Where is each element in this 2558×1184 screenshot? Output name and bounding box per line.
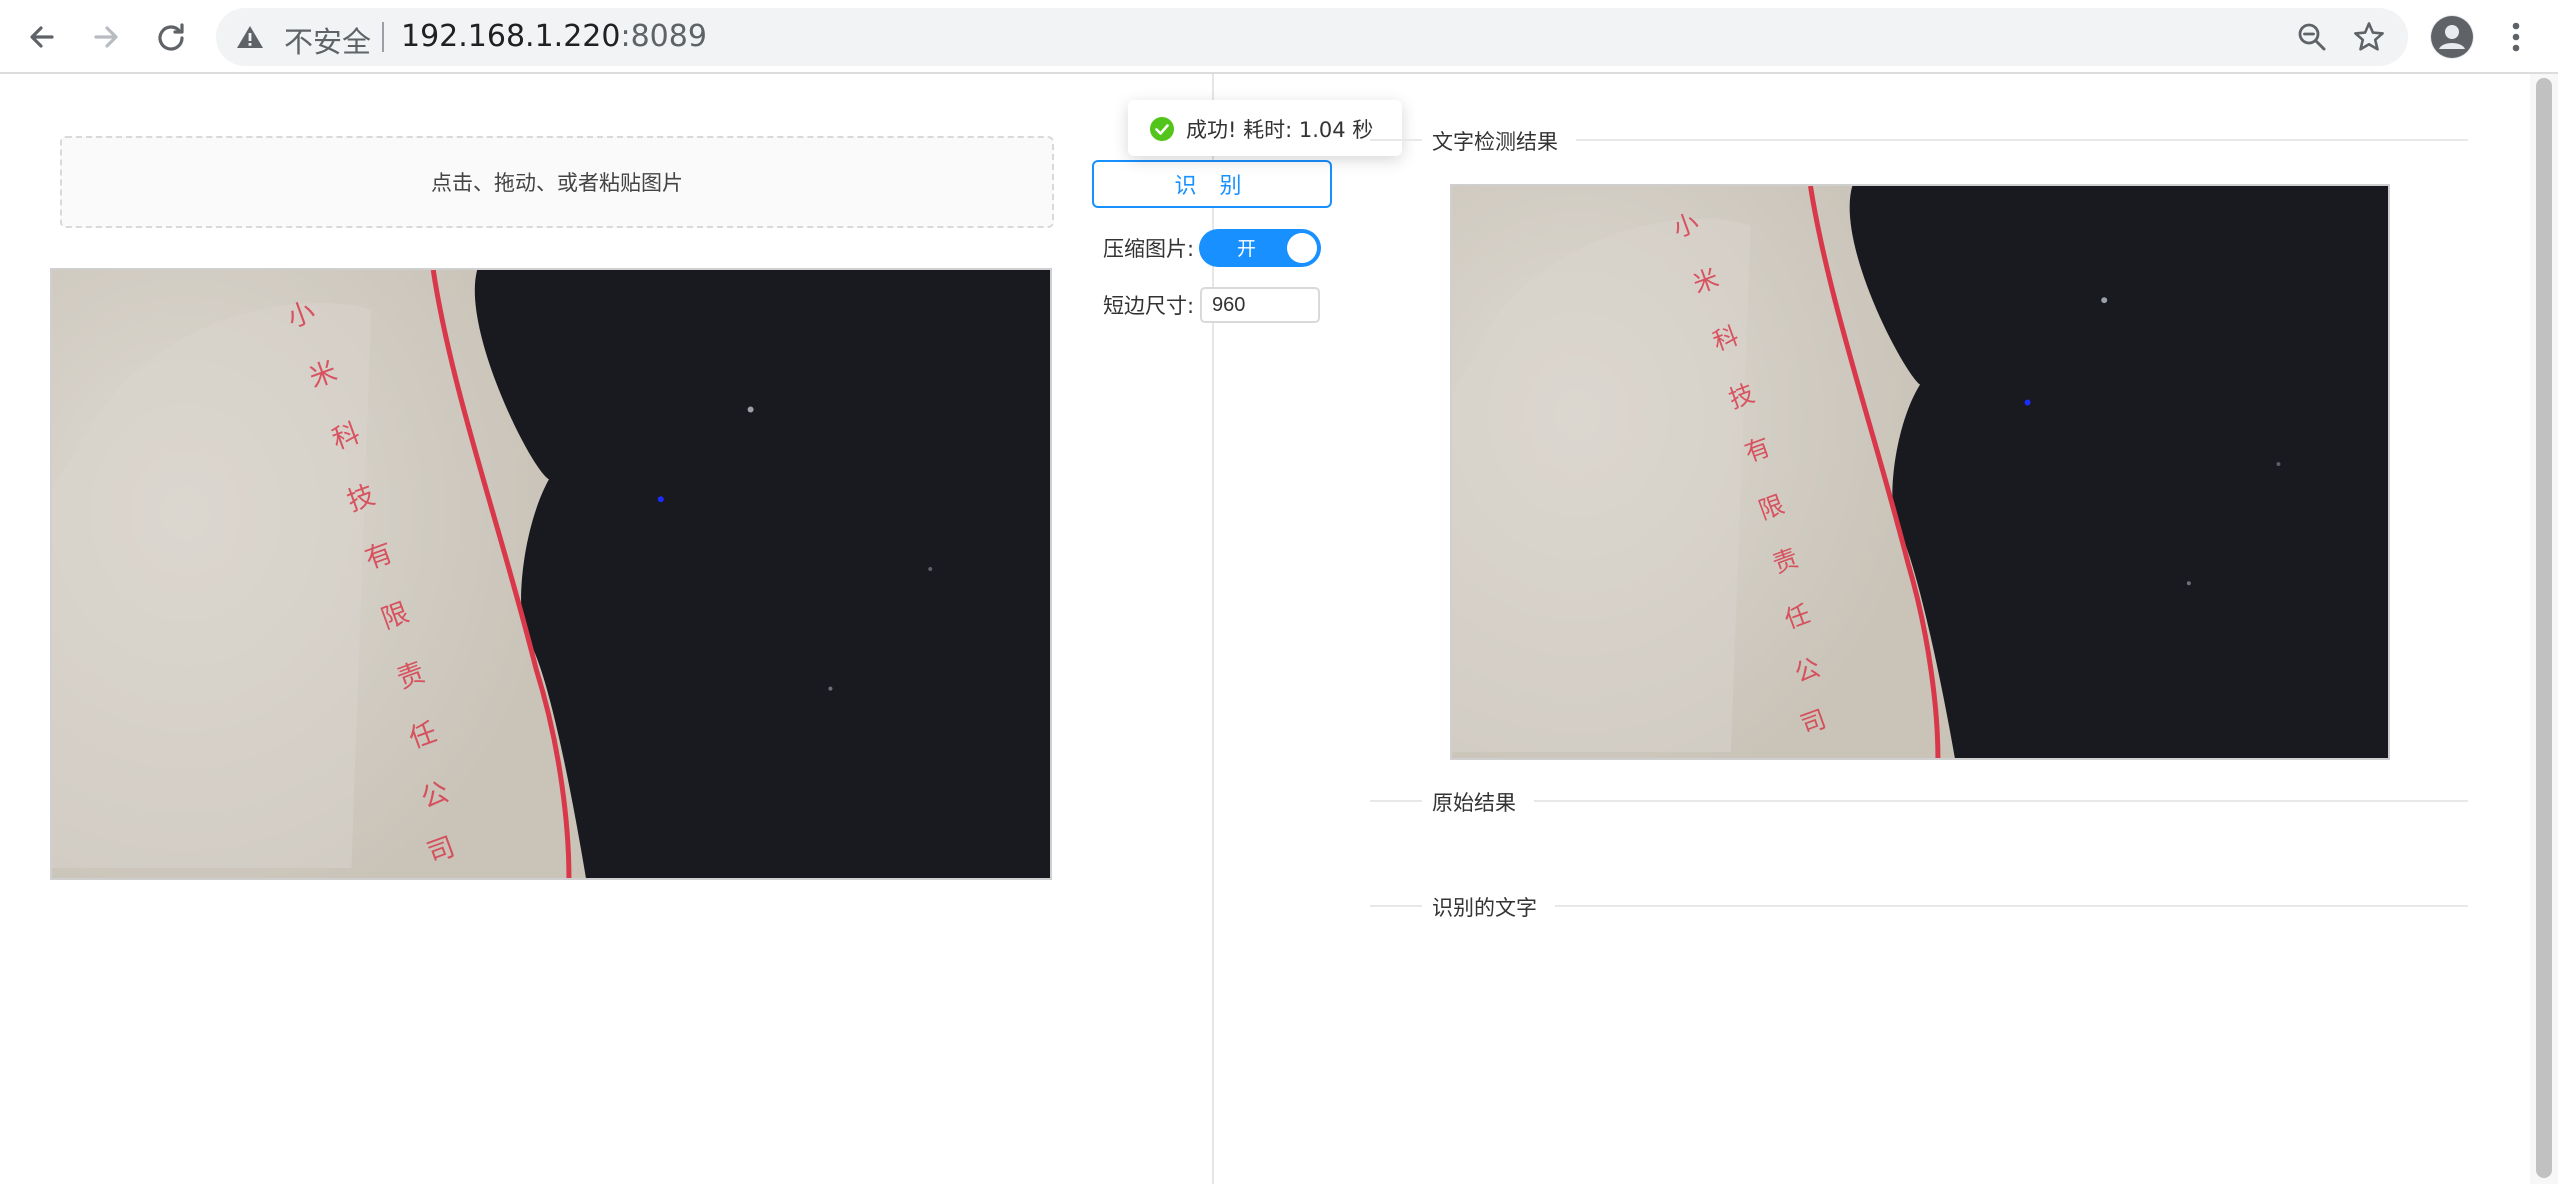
short-side-input[interactable]: [1200, 287, 1320, 323]
address-bar[interactable]: 不安全 192.168.1.220:8089: [216, 8, 2408, 66]
reload-icon: [158, 23, 184, 51]
page-body: 点击、拖动、或者粘贴图片 小米科技有限责任公司 识 别 压缩图片: 开 短边尺寸…: [0, 74, 2558, 1184]
divider-line-left: [1370, 905, 1422, 907]
warning-icon: [237, 26, 263, 48]
security-status[interactable]: 不安全: [284, 19, 371, 61]
divider-line-left: [1370, 800, 1422, 802]
more-vert-icon[interactable]: [2503, 17, 2529, 57]
detection-result-image: 小米科技有限责任公司: [1450, 184, 2390, 760]
scrollbar-thumb[interactable]: [2536, 78, 2552, 1178]
divider-line-left: [1370, 139, 1422, 141]
person-icon: [2431, 16, 2473, 58]
zoom-out-icon[interactable]: [2296, 21, 2328, 53]
reload-button[interactable]: [151, 17, 191, 57]
arrow-right-icon: [94, 26, 118, 48]
check-circle-icon: [1150, 117, 1174, 141]
compress-toggle[interactable]: 开: [1199, 229, 1321, 267]
upload-prompt: 点击、拖动、或者粘贴图片: [431, 171, 683, 195]
success-toast: 成功! 耗时: 1.04 秒: [1128, 100, 1402, 156]
url-host: 192.168.1.220: [401, 19, 621, 54]
url-port: :8089: [620, 19, 707, 54]
browser-toolbar: 不安全 192.168.1.220:8089: [0, 0, 2558, 74]
toast-message: 成功! 耗时: 1.04 秒: [1186, 118, 1374, 142]
uploaded-image: 小米科技有限责任公司: [50, 268, 1052, 880]
url-separator: [382, 22, 384, 52]
back-button[interactable]: [22, 17, 62, 57]
detection-title: 文字检测结果: [1422, 126, 1568, 156]
seal-photo-result: 小米科技有限责任公司: [1452, 186, 2388, 758]
compress-label: 压缩图片:: [1103, 237, 1195, 261]
forward-button[interactable]: [86, 17, 126, 57]
short-side-label: 短边尺寸:: [1103, 294, 1195, 318]
raw-title: 原始结果: [1422, 787, 1526, 817]
raw-section-header: 原始结果: [1370, 787, 2468, 817]
divider-line-right: [1534, 800, 2468, 802]
divider-line-right: [1555, 905, 2468, 907]
text-title: 识别的文字: [1422, 892, 1547, 922]
toggle-knob: [1287, 233, 1317, 263]
recognize-button[interactable]: 识 别: [1092, 160, 1332, 208]
bookmark-star-icon[interactable]: [2352, 20, 2386, 54]
arrow-left-icon: [30, 26, 54, 48]
upload-dropzone[interactable]: 点击、拖动、或者粘贴图片: [60, 136, 1054, 228]
divider-line-right: [1576, 139, 2468, 141]
seal-photo: 小米科技有限责任公司: [52, 270, 1050, 878]
url-text[interactable]: 192.168.1.220:8089: [401, 19, 707, 54]
text-section-header: 识别的文字: [1370, 892, 2468, 922]
detection-section-header: 文字检测结果: [1370, 126, 2468, 156]
profile-avatar[interactable]: [2430, 15, 2474, 59]
compress-toggle-text: 开: [1237, 238, 1257, 260]
